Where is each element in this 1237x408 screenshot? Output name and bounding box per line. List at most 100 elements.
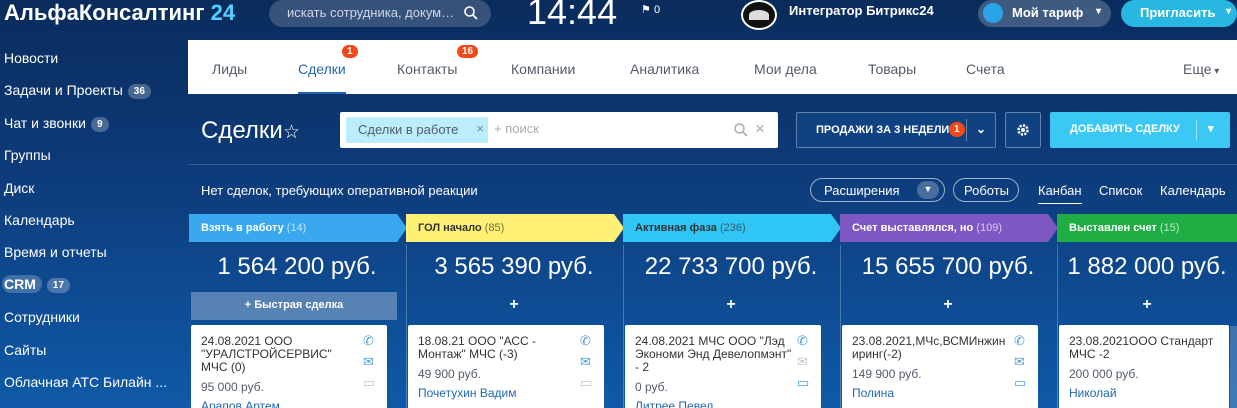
stage-count: (236) [719,222,746,234]
deal-card[interactable]: 24.08.2021 МЧС ООО "Лэд Экономи Энд Деве… [625,325,821,408]
sidebar-item-disk[interactable]: Диск [4,180,34,196]
chat-icon[interactable]: ▭ [797,375,813,396]
deal-contact[interactable]: Почетухин Вадим [418,386,604,400]
phone-icon[interactable]: ✆ [363,333,379,354]
chat-icon[interactable]: ▭ [580,375,596,396]
tab-invoices[interactable]: Счета [966,61,1005,77]
deal-title[interactable]: 18.08.21 ООО "АСС - Монтаж" МЧС (-3) [418,335,578,361]
mail-icon[interactable]: ✉ [797,354,813,375]
stage-header[interactable]: Счет выставлялся, но (109) [840,214,1058,242]
phone-icon[interactable]: ✆ [797,333,813,354]
tab-more[interactable]: Еще ▾ [1183,61,1219,77]
sidebar-item-groups[interactable]: Группы [4,147,51,163]
chat-icon[interactable]: ▭ [1014,375,1030,396]
stage-header[interactable]: Выставлен счет (15) [1057,214,1237,242]
tab-analytics[interactable]: Аналитика [630,61,699,77]
deal-card[interactable]: 23.08.2021ООО Стандарт МЧС -2 200 000 ру… [1059,325,1229,408]
tab-label: Компании [511,61,576,77]
sidebar-item-label: Задачи и Проекты [4,82,123,98]
quick-deal-button[interactable]: + Быстрая сделка [191,292,397,320]
global-search-input[interactable]: искать сотрудника, докум… [269,0,491,27]
kanban-column: Взять в работу (14) 1 564 200 руб. + Быс… [189,214,407,408]
deal-title[interactable]: 24.08.2021 МЧС ООО "Лэд Экономи Энд Деве… [635,335,795,374]
deal-card[interactable]: 23.08.2021,МЧс,ВСМИнжин иринг(-2) 149 90… [842,325,1038,408]
deal-sum: 200 000 руб. [1069,367,1139,381]
add-deal-plus[interactable]: + [406,296,622,314]
deal-card[interactable]: 24.08.2021 ООО "УРАЛСТРОЙСЕРВИС" МЧС (0)… [191,325,387,408]
deal-contact[interactable]: Арапов Артем [201,399,387,408]
deal-title[interactable]: 23.08.2021ООО Стандарт МЧС -2 [1069,335,1229,361]
my-tariff-button[interactable]: Мой тариф ▾ [978,0,1111,27]
kanban-column: Активная фаза (236) 22 733 700 руб. + 24… [623,214,841,408]
tab-contacts[interactable]: Контакты 16 [397,45,479,77]
preset-filter-button[interactable]: ПРОДАЖИ ЗА 3 НЕДЕЛИ 1 ⌄ [796,112,996,148]
search-icon[interactable] [463,5,479,21]
robots-button[interactable]: Роботы [953,178,1019,202]
filter-chip[interactable]: Сделки в работе × [346,117,488,143]
divider [623,245,624,408]
mail-icon[interactable]: ✉ [1014,354,1030,375]
chevron-down-icon: ▼ [917,181,939,199]
star-icon[interactable]: ☆ [283,121,300,144]
tab-deals[interactable]: Сделки 1 [298,45,358,94]
stage-name: Активная фаза [635,222,717,234]
chat-icon[interactable]: ▭ [363,375,379,396]
search-placeholder: искать сотрудника, докум… [287,5,455,20]
horizontal-scroll-handle[interactable] [1230,326,1237,408]
divider [966,119,967,141]
search-icon[interactable] [733,122,749,138]
add-deal-button[interactable]: ДОБАВИТЬ СДЕЛКУ ▾ [1050,112,1230,148]
deal-title[interactable]: 24.08.2021 ООО "УРАЛСТРОЙСЕРВИС" МЧС (0) [201,335,361,374]
sidebar-item-time[interactable]: Время и отчеты [4,244,107,260]
deal-card[interactable]: 18.08.21 ООО "АСС - Монтаж" МЧС (-3) 49 … [408,325,604,408]
extensions-button[interactable]: Расширения ▼ [810,178,945,202]
mail-icon[interactable]: ✉ [363,354,379,375]
sidebar-item-news[interactable]: Новости [4,50,58,66]
tab-companies[interactable]: Компании [511,61,575,77]
sidebar-item-tasks[interactable]: Задачи и Проекты 36 [4,82,151,99]
sidebar-item-ats[interactable]: Облачная АТС Билайн ... [4,374,167,390]
tab-leads[interactable]: Лиды [212,61,247,77]
sidebar-item-crm[interactable]: CRM 17 [2,275,71,293]
gear-icon [1017,124,1029,136]
clear-icon[interactable]: × [755,119,765,139]
divider [188,164,1237,165]
flag-counter[interactable]: ⚑ 0 [641,3,660,16]
tab-products[interactable]: Товары [868,61,916,77]
sidebar-item-employees[interactable]: Сотрудники [4,309,80,325]
phone-icon[interactable]: ✆ [1014,333,1030,354]
sidebar-item-calendar[interactable]: Календарь [4,212,75,228]
mail-icon[interactable]: ✉ [580,354,596,375]
sidebar-item-sites[interactable]: Сайты [4,342,46,358]
page-title: Сделки [201,117,283,144]
invite-button[interactable]: Пригласить ▾ [1121,0,1237,27]
view-tab-calendar[interactable]: Календарь [1160,183,1226,198]
deal-contact[interactable]: Полина [852,386,1038,400]
tab-label: Мои дела [754,61,817,77]
view-tab-kanban[interactable]: Канбан [1038,183,1082,204]
deal-contact[interactable]: Литрее Певел [635,399,821,408]
phone-icon[interactable]: ✆ [580,333,596,354]
preset-label: ПРОДАЖИ ЗА 3 НЕДЕЛИ [816,124,950,136]
sidebar-item-chat[interactable]: Чат и звонки 9 [4,115,109,132]
stage-header[interactable]: ГОЛ начало (85) [406,214,624,242]
deal-sum: 0 руб. [635,380,668,394]
deal-title[interactable]: 23.08.2021,МЧс,ВСМИнжин иринг(-2) [852,335,1012,361]
add-deal-plus[interactable]: + [1057,296,1237,314]
settings-button[interactable] [1005,112,1041,148]
deal-contact[interactable]: Николай [1069,386,1229,400]
filter-search-field[interactable]: Сделки в работе × + поиск × [340,112,778,148]
stage-name: Взять в работу [201,222,284,234]
add-deal-plus[interactable]: + [623,296,839,314]
stage-header[interactable]: Взять в работу (14) [189,214,407,242]
stage-header[interactable]: Активная фаза (236) [623,214,841,242]
tab-my-activities[interactable]: Мои дела [754,61,817,77]
close-icon[interactable]: × [476,121,484,136]
add-deal-plus[interactable]: + [840,296,1056,314]
view-tab-list[interactable]: Список [1099,183,1142,198]
tab-label: Сделки [298,61,346,77]
kanban-column: Выставлен счет (15) 1 882 000 руб. + 23.… [1057,214,1237,408]
clock[interactable]: 14:44 [527,0,617,33]
chevron-down-icon[interactable]: ▾ [1208,122,1214,135]
portal-logo[interactable]: АльфаКонсалтинг 24 [4,0,235,26]
